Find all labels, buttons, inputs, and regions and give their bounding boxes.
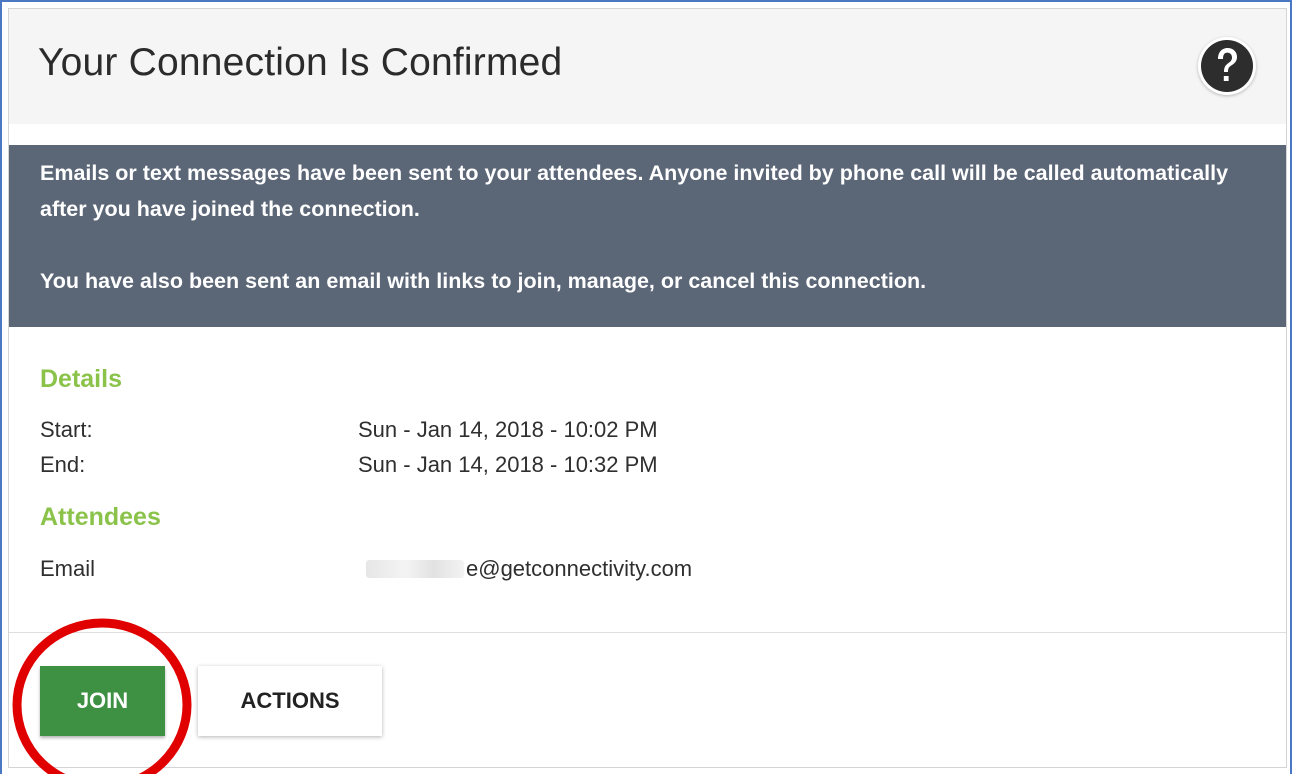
divider [9,632,1286,633]
attendees-heading: Attendees [40,503,161,531]
confirmation-banner: Emails or text messages have been sent t… [9,145,1286,327]
banner-message-sent: Emails or text messages have been sent t… [40,161,1229,221]
question-mark-icon-glyph [1201,40,1253,92]
attendee-email-text: e@getconnectivity.com [466,556,693,581]
start-value: Sun - Jan 14, 2018 - 10:02 PM [358,417,658,442]
card-header: Your Connection Is Confirmed [9,9,1286,124]
actions-button[interactable]: ACTIONS [198,666,382,736]
attendee-email-value: e@getconnectivity.com [366,555,692,583]
attendee-type-label: Email [40,556,96,581]
end-label: End: [40,452,86,477]
page-title: Your Connection Is Confirmed [38,41,563,84]
confirmation-card: Your Connection Is Confirmed Emails or t… [8,8,1287,768]
banner-message-email: You have also been sent an email with li… [40,269,927,293]
start-label: Start: [40,417,93,442]
redacted-blur [366,560,464,578]
end-value: Sun - Jan 14, 2018 - 10:32 PM [358,452,658,477]
join-button[interactable]: JOIN [40,666,165,736]
question-mark-icon[interactable] [1198,37,1256,95]
details-heading: Details [40,365,122,393]
